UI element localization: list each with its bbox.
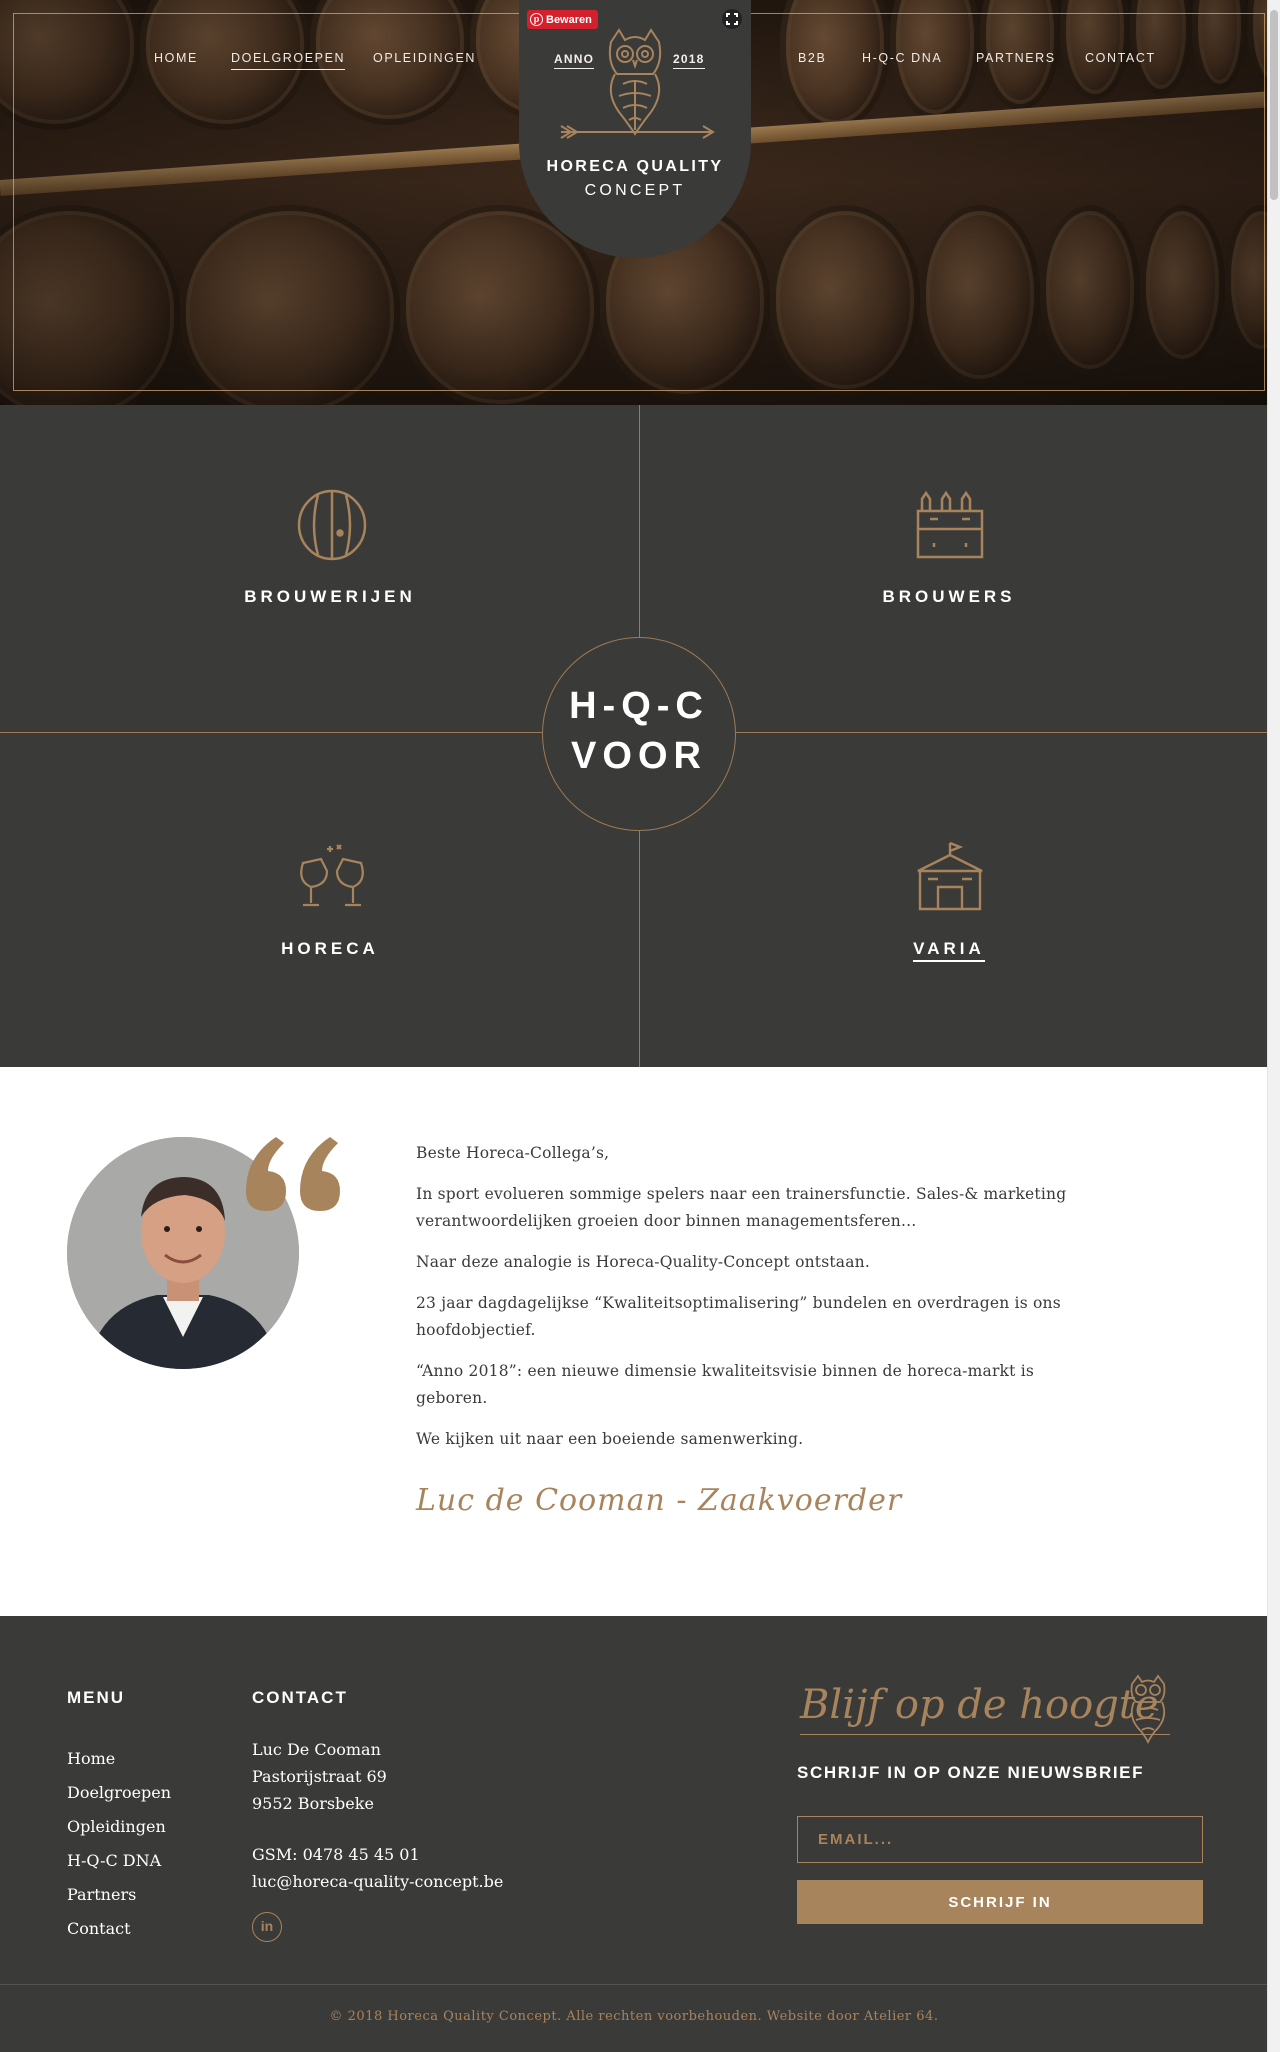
tagline-underline [800,1734,1170,1735]
director-quote: Beste Horeca-Collega’s, In sport evoluer… [0,1067,1268,1616]
sector-label-brouwerijen: BROUWERIJEN [244,587,416,606]
quote-paragraph-5: We kijken uit naar een boeiende samenwer… [416,1430,804,1448]
page: HOME DOELGROEPEN OPLEIDINGEN B2B H-Q-C D… [0,0,1268,2052]
footer-menu: Home Doelgroepen Opleidingen H-Q-C DNA P… [67,1742,171,1946]
bottle-crate-icon [916,490,984,559]
quote-paragraph-2: Naar deze analogie is Horeca-Quality-Con… [416,1253,870,1271]
newsletter-email-input[interactable] [797,1816,1203,1863]
sector-label-brouwers: BROUWERS [882,587,1016,606]
contact-email-link[interactable]: luc@horeca-quality-concept.be [252,1872,503,1891]
logo-title-line1: HORECA QUALITY [546,158,724,175]
barrel-icon [297,489,367,561]
owl-hop-icon [560,28,715,139]
quote-paragraph-3: 23 jaar dagdagelijkse “Kwaliteitsoptimal… [416,1294,1061,1339]
nav-hqc-dna[interactable]: H-Q-C DNA [862,51,942,69]
contact-city: 9552 Borsbeke [252,1794,374,1813]
nav-b2b[interactable]: B2B [798,51,826,69]
pinterest-icon: p [530,13,543,26]
quote-paragraph-1: In sport evolueren sommige spelers naar … [416,1185,1067,1230]
credit-link[interactable]: Atelier 64. [864,2009,939,2024]
quote-greeting: Beste Horeca-Collega’s, [416,1144,610,1162]
nav-contact[interactable]: CONTACT [1085,51,1156,69]
scrollbar-thumb[interactable] [1270,10,1278,200]
footer-link-contact[interactable]: Contact [67,1912,171,1946]
nav-partners[interactable]: PARTNERS [976,51,1056,69]
footer: MENU Home Doelgroepen Opleidingen H-Q-C … [0,1616,1268,2052]
footer-menu-title: MENU [67,1688,126,1707]
footer-link-home[interactable]: Home [67,1742,171,1776]
footer-link-doelgroepen[interactable]: Doelgroepen [67,1776,171,1810]
expand-icon[interactable] [722,9,742,29]
logo-title-line2: CONCEPT [584,182,686,199]
copyright: © 2018 Horeca Quality Concept. Alle rech… [0,2009,1268,2024]
newsletter-submit-button[interactable]: SCHRIJF IN [797,1880,1203,1924]
target-groups-grid: H-Q-C VOOR BROUWERIJEN BROUWERS HORECA V… [0,405,1268,1067]
divider-vertical-top [639,405,640,637]
signature: Luc de Cooman - Zaakvoerder [416,1483,903,1518]
footer-link-partners[interactable]: Partners [67,1878,171,1912]
sector-label-varia: VARIA [749,939,1149,962]
newsletter-title: SCHRIJF IN OP ONZE NIEUWSBRIEF [797,1763,1145,1782]
tent-icon [917,841,983,911]
footer-divider [0,1984,1268,1985]
sector-label-horeca: HORECA [281,939,379,958]
newsletter-tagline: Blijf op de hoogte [800,1682,1159,1728]
copyright-text: © 2018 Horeca Quality Concept. Alle rech… [329,2009,860,2024]
hero-banner: HOME DOELGROEPEN OPLEIDINGEN B2B H-Q-C D… [0,0,1268,405]
divider-vertical-bottom [639,831,640,1067]
linkedin-icon[interactable]: in [252,1912,282,1942]
pinterest-save-label: Bewaren [546,13,592,26]
quote-paragraph-4: “Anno 2018”: een nieuwe dimensie kwalite… [416,1362,1035,1407]
toast-glasses-icon [300,844,364,907]
owl-hop-icon [1130,1674,1166,1744]
nav-opleidingen[interactable]: OPLEIDINGEN [373,51,476,69]
nav-doelgroepen[interactable]: DOELGROEPEN [231,51,346,70]
center-title-line2: VOOR [571,735,707,777]
quote-mark-icon [246,1137,340,1211]
pinterest-save-button[interactable]: p Bewaren [527,10,598,29]
footer-link-hqc-dna[interactable]: H-Q-C DNA [67,1844,171,1878]
divider-horizontal-left [0,732,542,733]
page-scrollbar[interactable] [1267,0,1280,2052]
nav-home[interactable]: HOME [154,51,198,69]
contact-street: Pastorijstraat 69 [252,1767,387,1786]
footer-contact-title: CONTACT [252,1688,348,1707]
contact-gsm: GSM: 0478 45 45 01 [252,1845,420,1864]
footer-link-opleidingen[interactable]: Opleidingen [67,1810,171,1844]
center-title-line1: H-Q-C [569,685,709,727]
divider-horizontal-right [736,732,1268,733]
center-circle [542,637,736,831]
contact-name: Luc De Cooman [252,1740,381,1759]
